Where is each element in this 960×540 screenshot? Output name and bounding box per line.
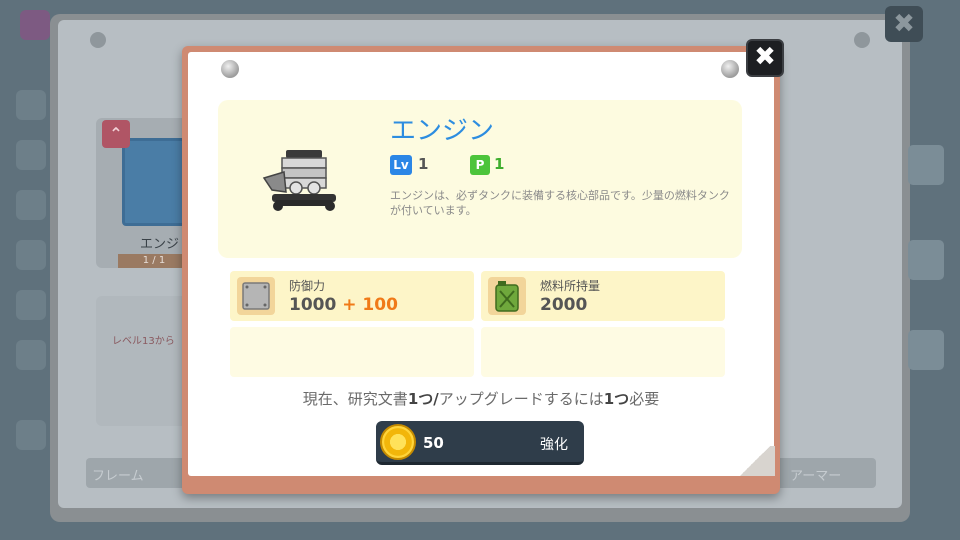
points-value: 1 [494, 155, 505, 173]
item-description: エンジンは、必ずタンクに装備する核心部品です。少量の燃料タンクが付いています。 [390, 189, 730, 217]
item-title: エンジン [390, 116, 495, 146]
sidebar-icon [16, 290, 46, 320]
upgrade-label: 強化 [540, 437, 568, 453]
requirement-post: 必要 [629, 390, 660, 408]
sidebar-icon [16, 240, 46, 270]
close-button[interactable]: ✖ [746, 39, 784, 77]
sidebar-icon [16, 190, 46, 220]
stat-empty-slot [230, 327, 474, 377]
background-close-icon: ✖ [885, 6, 923, 42]
background-tab-armor: アーマー [790, 469, 842, 484]
stat-defense-bonus: + 100 [342, 295, 398, 315]
right-panel-icon [908, 145, 944, 185]
level-badge: Lv [390, 155, 412, 175]
right-panel-icon [908, 330, 944, 370]
background-tab-frame: フレーム [92, 469, 144, 484]
stat-defense-value-group: 1000 + 100 [289, 295, 398, 315]
background-locked-card [96, 296, 192, 426]
background-locked-text: レベル13から [112, 336, 175, 347]
pin-icon [221, 60, 239, 78]
requirement-mid: アップグレードするには [438, 390, 604, 408]
engine-icon [262, 150, 336, 211]
level-value: 1 [418, 155, 429, 173]
points-badge: P [470, 155, 490, 175]
armor-plate-icon [237, 277, 275, 315]
paper-curl [735, 446, 775, 476]
background-upgrade-badge: ⌃ [102, 120, 130, 148]
sidebar-icon [16, 140, 46, 170]
pin-icon [721, 60, 739, 78]
fuel-can-icon [488, 277, 526, 315]
upgrade-requirement-text: 現在、研究文書1つ/アップグレードするには1つ必要 [188, 388, 774, 409]
stat-empty-slot [481, 327, 725, 377]
coin-icon [380, 424, 416, 460]
sidebar-icon [16, 90, 46, 120]
background-card-label: エンジ [140, 237, 180, 252]
background-pin [90, 32, 106, 48]
stat-fuel-label: 燃料所持量 [540, 279, 601, 293]
upgrade-cost: 50 [423, 434, 444, 452]
gear-icon [16, 420, 46, 450]
background-card-progress: 1 / 1 [118, 254, 190, 268]
requirement-pre: 現在、研究文書 [302, 390, 408, 408]
background-pin [854, 32, 870, 48]
right-panel-icon [908, 240, 944, 280]
sidebar-badge [20, 10, 50, 40]
stat-defense-value: 1000 [289, 295, 337, 315]
requirement-needed: 1つ [603, 390, 630, 408]
sidebar-icon [16, 340, 46, 370]
stat-fuel-value: 2000 [540, 295, 588, 315]
requirement-owned: 1つ/ [407, 390, 439, 408]
stat-defense-label: 防御力 [289, 279, 326, 293]
